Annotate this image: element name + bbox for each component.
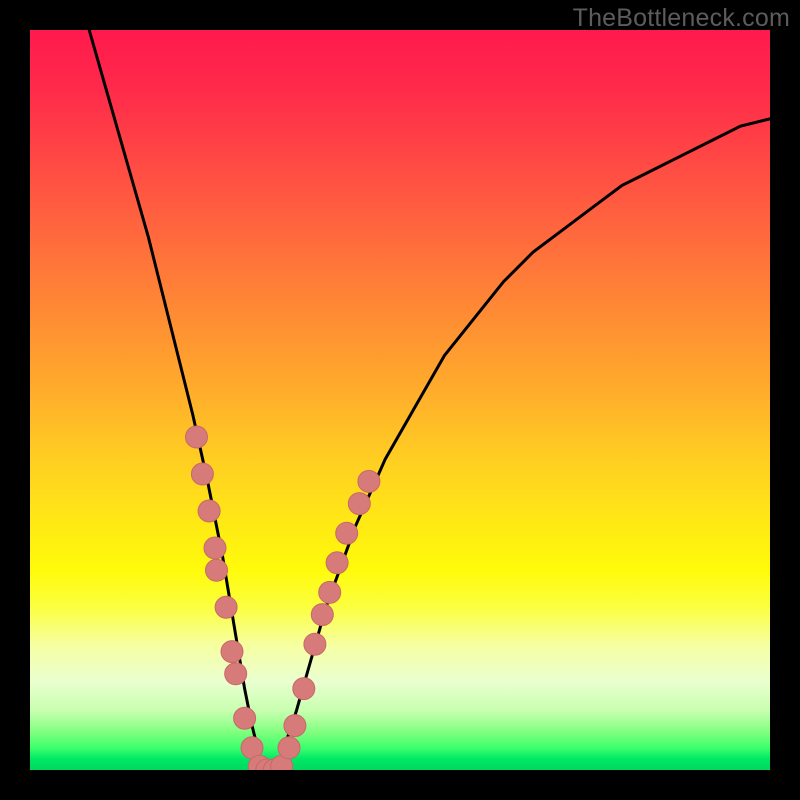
data-marker	[326, 552, 348, 574]
data-marker	[284, 715, 306, 737]
data-marker	[319, 581, 341, 603]
curve-svg	[30, 30, 770, 770]
data-marker	[198, 500, 220, 522]
data-marker	[206, 559, 228, 581]
data-marker	[225, 663, 247, 685]
data-marker	[215, 596, 237, 618]
data-marker	[304, 633, 326, 655]
chart-frame: TheBottleneck.com	[0, 0, 800, 800]
data-marker	[311, 604, 333, 626]
data-marker	[278, 737, 300, 759]
bottleneck-curve	[89, 30, 770, 770]
data-marker	[186, 426, 208, 448]
data-marker	[234, 707, 256, 729]
data-marker	[358, 470, 380, 492]
plot-area	[30, 30, 770, 770]
watermark-label: TheBottleneck.com	[573, 4, 790, 33]
data-marker	[293, 678, 315, 700]
data-marker	[221, 641, 243, 663]
data-marker	[336, 522, 358, 544]
marker-group	[186, 426, 380, 770]
data-marker	[204, 537, 226, 559]
data-marker	[191, 463, 213, 485]
data-marker	[348, 493, 370, 515]
